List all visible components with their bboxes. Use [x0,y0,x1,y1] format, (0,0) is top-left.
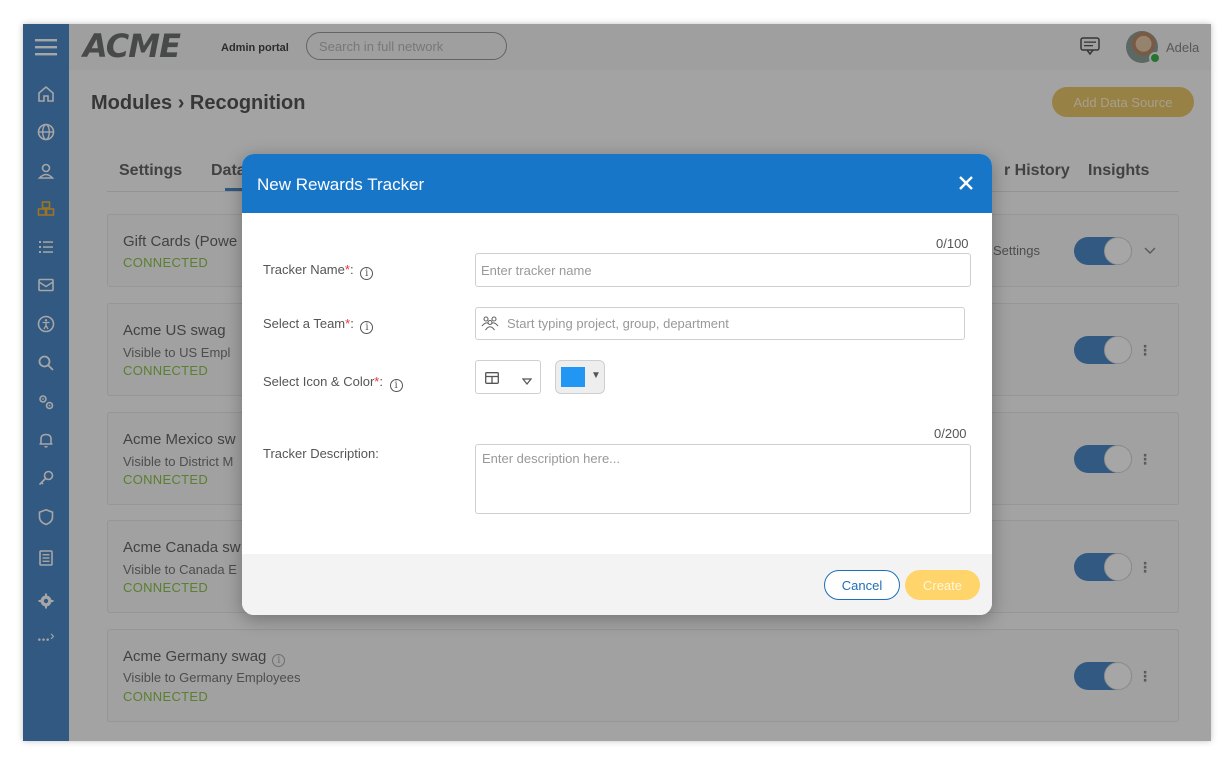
app-window: ACME Admin portal Search in full network… [23,24,1211,741]
dialog-title: New Rewards Tracker [257,175,425,194]
icon-color-label-text: Select Icon & Color [263,374,375,389]
new-rewards-tracker-dialog: New Rewards Tracker 0/100 Tracker Name*:… [242,154,992,615]
close-icon[interactable] [955,172,977,194]
tracker-name-input[interactable]: Enter tracker name [475,253,971,287]
team-placeholder: Start typing project, group, department [507,316,729,331]
tracker-name-label: Tracker Name*: i [263,262,374,280]
info-icon[interactable]: i [360,321,374,334]
tracker-name-counter: 0/100 [936,236,969,251]
dialog-footer: Cancel Create [242,554,992,615]
caret-down-icon [521,373,533,391]
caret-down-icon: ▼ [591,370,601,381]
table-icon [485,371,499,389]
team-icon [481,315,499,334]
icon-color-label: Select Icon & Color*: i [263,374,403,392]
icon-dropdown[interactable] [475,360,541,394]
label-colon: : [349,262,354,277]
info-icon[interactable]: i [389,379,403,392]
team-label-text: Select a Team [263,316,346,331]
label-colon: : [350,316,354,331]
description-label: Tracker Description: [263,446,379,461]
description-textarea[interactable]: Enter description here... [475,444,971,514]
description-counter: 0/200 [934,426,967,441]
team-search-input[interactable]: Start typing project, group, department [475,307,965,340]
tracker-name-label-text: Tracker Name [263,262,345,277]
color-picker[interactable]: ▼ [555,360,605,394]
info-icon[interactable]: i [360,267,374,280]
team-label: Select a Team*: i [263,316,374,334]
create-button[interactable]: Create [905,570,980,600]
label-colon: : [379,374,383,389]
cancel-button[interactable]: Cancel [824,570,900,600]
selected-color-swatch [561,367,585,387]
dialog-header: New Rewards Tracker [242,154,992,213]
